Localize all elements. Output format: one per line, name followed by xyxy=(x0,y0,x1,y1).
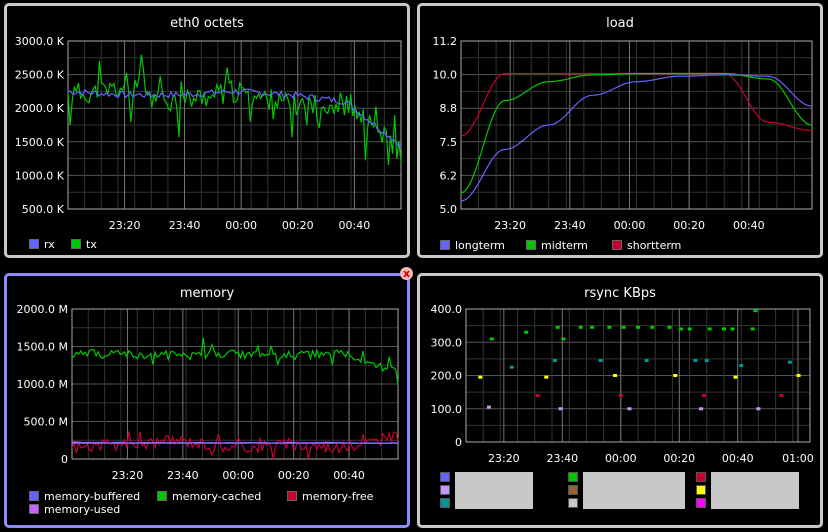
legend-swatch xyxy=(568,485,578,495)
x-tick-label: 00:40 xyxy=(339,219,371,232)
rsync-legend xyxy=(420,276,820,526)
grid xyxy=(460,40,813,210)
series-line-memory-buffered xyxy=(71,442,398,445)
eth0-octets-panel[interactable]: eth0 octets 500.0 K 1000.0 K 1500.0 K 2000.… xyxy=(4,3,410,258)
memory-chart: 0 500.0 M 1000.0 M 1500.0 M 2000.0 M 23:20 23:… xyxy=(17,303,399,482)
legend-label-box xyxy=(455,472,533,509)
y-tick-label: 8.8 xyxy=(440,102,458,115)
legend-label: shortterm xyxy=(627,239,682,252)
legend-swatch xyxy=(440,472,450,482)
y-tick-label: 1500.0 K xyxy=(15,136,65,149)
y-tick-label: 5.0 xyxy=(440,203,458,216)
y-tick-label: 11.2 xyxy=(433,35,458,48)
legend-item-memory-cached: memory-cached xyxy=(157,490,261,503)
legend-swatch xyxy=(568,498,578,508)
legend-swatch xyxy=(29,239,39,249)
grid xyxy=(67,40,402,210)
legend-label-box xyxy=(711,472,799,509)
legend-item-memory-used: memory-used xyxy=(29,503,120,516)
y-tick-label: 3000.0 K xyxy=(15,35,65,48)
y-tick-label: 0 xyxy=(61,453,68,466)
y-tick-label: 1500.0 M xyxy=(17,341,68,354)
legend-item-tx: tx xyxy=(71,238,97,251)
legend-item-rx: rx xyxy=(29,238,55,251)
x-tick-label: 00:00 xyxy=(225,219,257,232)
legend-label: memory-buffered xyxy=(44,490,141,503)
x-tick-label: 00:00 xyxy=(614,219,646,232)
y-tick-label: 500.0 M xyxy=(24,416,68,429)
legend-swatch xyxy=(526,240,536,250)
legend-label: tx xyxy=(86,238,97,251)
x-tick-label: 00:20 xyxy=(673,219,705,232)
x-tick-label: 23:40 xyxy=(169,219,201,232)
memory-panel[interactable]: memory 0 500.0 M 1000.0 M 1500.0 M 2000.0 M2… xyxy=(4,273,410,528)
legend-item-midterm: midterm xyxy=(526,239,588,252)
x-tick-label: 00:20 xyxy=(282,219,314,232)
legend-swatch xyxy=(287,491,297,501)
legend-label: memory-used xyxy=(44,503,121,516)
x-tick-label: 23:40 xyxy=(167,469,199,482)
y-tick-label: 7.5 xyxy=(440,136,458,149)
legend-swatch xyxy=(696,485,706,495)
x-tick-label: 00:40 xyxy=(333,469,365,482)
legend-label: midterm xyxy=(541,239,588,252)
y-tick-label: 500.0 K xyxy=(22,203,65,216)
grid xyxy=(71,308,399,460)
y-tick-label: 10.0 xyxy=(433,69,458,82)
legend-swatch xyxy=(440,485,450,495)
legend-swatch xyxy=(29,504,39,514)
x-tick-label: 00:40 xyxy=(733,219,765,232)
legend-swatch xyxy=(612,240,622,250)
y-tick-label: 6.2 xyxy=(440,169,458,182)
legend-swatch xyxy=(29,491,39,501)
legend-label-box xyxy=(583,472,685,509)
x-tick-label: 00:20 xyxy=(278,469,310,482)
y-tick-label: 1000.0 K xyxy=(15,169,65,182)
legend-label: memory-free xyxy=(302,490,374,503)
x-tick-label: 00:00 xyxy=(222,469,254,482)
legend-swatch xyxy=(440,240,450,250)
legend-item-longterm: longterm xyxy=(440,239,505,252)
y-tick-label: 2500.0 K xyxy=(15,69,65,82)
x-tick-label: 23:20 xyxy=(109,219,141,232)
legend-swatch xyxy=(440,498,450,508)
legend-label: rx xyxy=(44,238,55,251)
y-tick-label: 2000.0 K xyxy=(15,102,65,115)
y-tick-label: 1000.0 M xyxy=(17,378,68,391)
x-tick-label: 23:20 xyxy=(112,469,144,482)
legend-item-memory-buffered: memory-buffered xyxy=(29,490,140,503)
legend-label: longterm xyxy=(455,239,505,252)
legend-swatch xyxy=(71,239,81,249)
load-panel[interactable]: load 5.0 6.2 7.5 8.8 10.0 11.2 23:20 23:40 00:00… xyxy=(417,3,823,258)
legend-item-shortterm: shortterm xyxy=(612,239,681,252)
x-tick-label: 23:20 xyxy=(494,219,526,232)
legend-swatch xyxy=(157,491,167,501)
close-memory-button[interactable]: x xyxy=(400,267,413,280)
eth0-octets-chart: 500.0 K 1000.0 K 1500.0 K 2000.0 K 2500.0 K 3… xyxy=(15,35,402,232)
legend-label: memory-cached xyxy=(172,490,262,503)
load-chart: 5.0 6.2 7.5 8.8 10.0 11.2 23:20 23:40 00:00 00:20… xyxy=(433,35,813,232)
x-tick-label: 23:40 xyxy=(554,219,586,232)
legend-swatch xyxy=(696,498,706,508)
legend-swatch xyxy=(696,472,706,482)
legend-item-memory-free: memory-free xyxy=(287,490,373,503)
legend-swatch xyxy=(568,472,578,482)
rsync-panel[interactable]: rsync KBps 0 100.0 200.0 300.0 400.0 23:20 23:… xyxy=(417,273,823,528)
y-tick-label: 2000.0 M xyxy=(17,303,68,316)
